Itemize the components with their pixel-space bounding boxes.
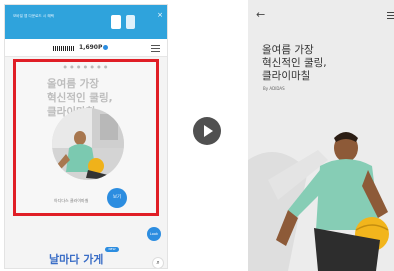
athlete-hero-image xyxy=(248,100,394,271)
new-badge: NEW xyxy=(105,247,119,252)
barcode-icon[interactable] xyxy=(53,46,75,51)
article-headline-line: 혁신적인 쿨링, xyxy=(262,57,327,69)
search-icon[interactable]: ⌕ xyxy=(152,257,164,268)
top-bar: 1,690P xyxy=(5,39,167,57)
app-icon xyxy=(126,15,135,29)
banner-close-button[interactable]: × xyxy=(157,11,163,19)
card-footer-text: 아디다스 클라이마칠 xyxy=(54,198,89,203)
points-info-icon xyxy=(103,45,109,50)
menu-icon[interactable] xyxy=(387,12,394,21)
points-display[interactable]: 1,690P xyxy=(79,44,109,51)
points-value: 1,690P xyxy=(79,44,103,51)
play-icon xyxy=(204,125,213,137)
carousel-dots: ● ● ● ● ● ● ● xyxy=(63,64,109,69)
app-download-banner[interactable]: 모바일 앱 다운로드 시 혜택 × xyxy=(5,5,167,39)
highlighted-promo-card[interactable]: ● ● ● ● ● ● ● 올여름 가장 혁신적인 쿨링, 클라이마칠 xyxy=(13,59,159,216)
card-headline-line: 혁신적인 쿨링, xyxy=(47,92,113,104)
phone-icon xyxy=(111,15,121,29)
article-byline: By ADIDAS xyxy=(263,86,285,91)
card-headline-line: 올여름 가장 xyxy=(47,78,99,90)
back-arrow-icon[interactable]: ← xyxy=(256,8,265,21)
article-headline-line: 올여름 가장 xyxy=(262,44,314,56)
look-fab-button[interactable]: Look xyxy=(147,227,161,241)
article-headline-line: 클라이마칠 xyxy=(262,70,311,82)
left-phone-screen: 모바일 앱 다운로드 시 혜택 × 1,690P ● ● ● ● ● ● ● 올… xyxy=(4,4,168,269)
play-button[interactable] xyxy=(193,117,221,145)
athlete-illustration xyxy=(52,108,124,180)
comparison-stage: 모바일 앱 다운로드 시 혜택 × 1,690P ● ● ● ● ● ● ● 올… xyxy=(0,0,394,271)
right-phone-screen: ← 올여름 가장 혁신적인 쿨링, 클라이마칠 By ADIDAS xyxy=(248,0,394,271)
card-cta-button[interactable]: 보기 xyxy=(107,188,127,208)
banner-text: 모바일 앱 다운로드 시 혜택 xyxy=(13,14,54,18)
article-headline: 올여름 가장 혁신적인 쿨링, 클라이마칠 xyxy=(262,44,327,83)
section-title: 날마다 가게 xyxy=(49,253,104,266)
athlete-photo-circle xyxy=(52,108,124,180)
menu-icon[interactable] xyxy=(151,45,160,54)
